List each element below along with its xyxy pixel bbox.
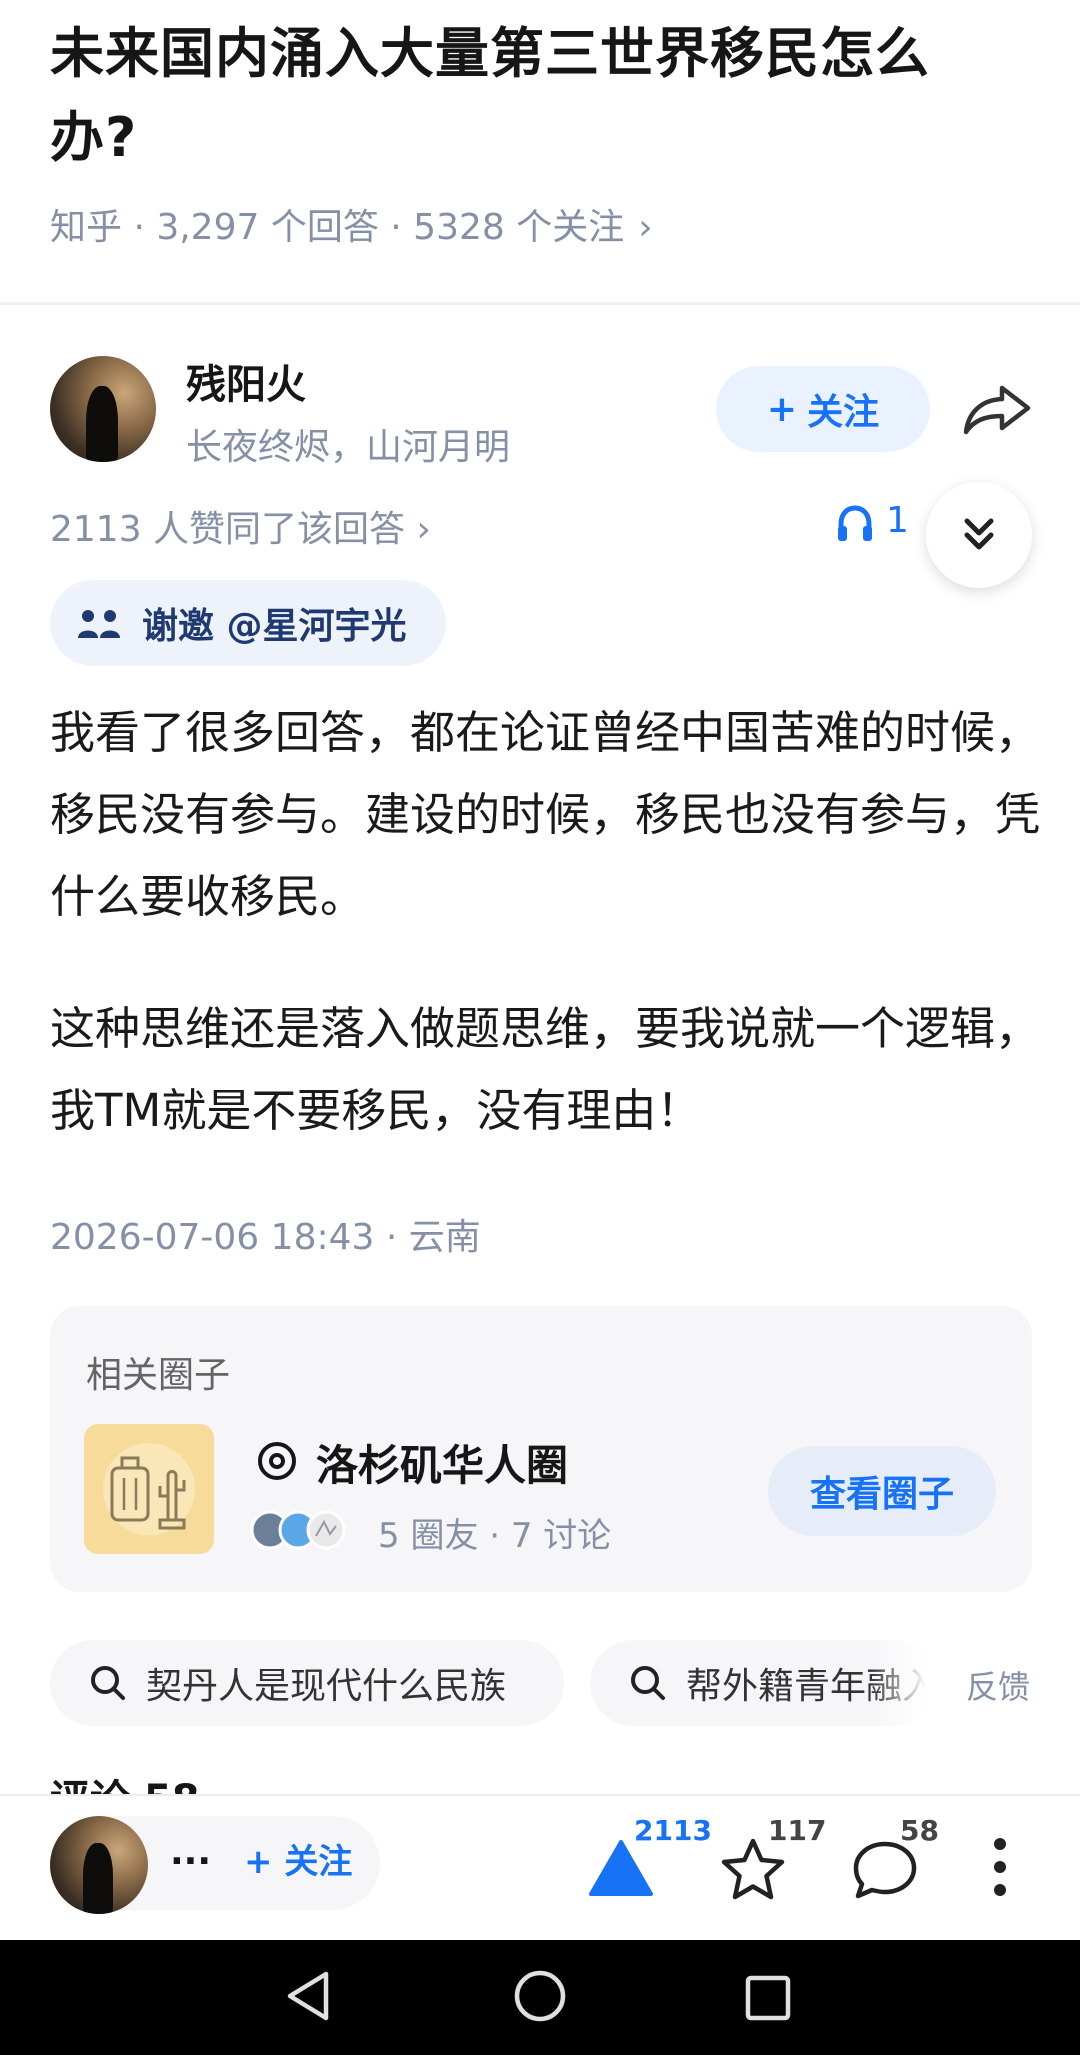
- author-name[interactable]: 残阳火: [186, 352, 306, 410]
- invite-tag[interactable]: 谢邀 @星河宇光: [50, 580, 446, 666]
- answer-timestamp: 2026-07-06 18:43 · 云南: [50, 1217, 481, 1258]
- system-navigation-bar: [0, 1940, 1080, 2055]
- follow-button[interactable]: + 关注: [716, 366, 930, 452]
- nav-home-icon[interactable]: [512, 1968, 568, 2024]
- nav-back-icon[interactable]: [282, 1968, 332, 2024]
- author-avatar[interactable]: [50, 356, 156, 462]
- more-icon[interactable]: [990, 1836, 1010, 1898]
- circle-stats: 5 圈友 · 7 讨论: [378, 1516, 612, 1556]
- suitcase-cactus-illustration: [103, 1443, 195, 1535]
- target-icon: [258, 1442, 296, 1480]
- headphones-icon[interactable]: [836, 504, 874, 544]
- comments-heading: 评论 58: [50, 1772, 200, 1794]
- favorite-count: 117: [768, 1814, 827, 1847]
- comment-icon[interactable]: [852, 1838, 918, 1900]
- feedback-link[interactable]: 反馈: [966, 1662, 1030, 1708]
- chevron-double-down-icon: [964, 518, 994, 550]
- view-circle-button[interactable]: 查看圈子: [768, 1446, 996, 1536]
- author-bio: 长夜终烬，山河月明: [186, 427, 511, 468]
- invite-label: 谢邀 @星河宇光: [142, 606, 407, 647]
- nav-recent-icon[interactable]: [744, 1974, 792, 2022]
- upvote-count: 2113: [634, 1814, 712, 1847]
- circle-name[interactable]: 洛杉矶华人圈: [316, 1432, 568, 1493]
- author-name-truncated[interactable]: ...: [170, 1832, 211, 1873]
- upvote-icon[interactable]: [588, 1838, 654, 1898]
- bottom-action-bar: ... + 关注 2113 117 58: [0, 1794, 1080, 1942]
- plus-icon: +: [766, 388, 798, 430]
- listen-count[interactable]: 1: [886, 500, 909, 541]
- divider: [0, 302, 1080, 305]
- author-avatar-small[interactable]: [50, 1816, 148, 1914]
- chevron-right-icon: ›: [638, 207, 653, 248]
- member-avatars: [250, 1510, 346, 1550]
- bottom-follow-button[interactable]: + 关注: [244, 1834, 352, 1883]
- answer-paragraph: 我看了很多回答，都在论证曾经中国苦难的时候，移民没有参与。建设的时候，移民也没有…: [50, 706, 1041, 923]
- upvote-summary-link[interactable]: 2113 人赞同了该回答 ›: [50, 500, 431, 552]
- question-meta-text: 知乎 · 3,297 个回答 · 5328 个关注: [50, 207, 625, 248]
- search-suggestion-text: 契丹人是现代什么民族: [146, 1666, 507, 1707]
- chip-fade-overlay: [870, 1640, 940, 1726]
- question-title[interactable]: 未来国内涌入大量第三世界移民怎么办?: [50, 12, 1010, 180]
- circle-thumbnail[interactable]: [84, 1424, 214, 1554]
- search-icon: [91, 1666, 125, 1700]
- search-icon: [631, 1666, 665, 1700]
- comment-count: 58: [900, 1814, 939, 1847]
- search-suggestion-chip[interactable]: 契丹人是现代什么民族: [50, 1640, 564, 1726]
- related-circle-card[interactable]: 相关圈子 洛杉矶华人圈 5 圈友 · 7 讨论 查看圈子: [50, 1306, 1032, 1592]
- collapse-button[interactable]: [926, 482, 1032, 588]
- circle-section-header: 相关圈子: [86, 1355, 231, 1396]
- share-icon[interactable]: [962, 382, 1032, 438]
- follow-button-label: 关注: [807, 392, 880, 433]
- invite-icon: [78, 610, 120, 638]
- answer-paragraph: 这种思维还是落入做题思维，要我说就一个逻辑，我TM就是不要移民，没有理由！: [50, 1002, 1041, 1137]
- question-meta-link[interactable]: 知乎 · 3,297 个回答 · 5328 个关注 ›: [50, 198, 653, 250]
